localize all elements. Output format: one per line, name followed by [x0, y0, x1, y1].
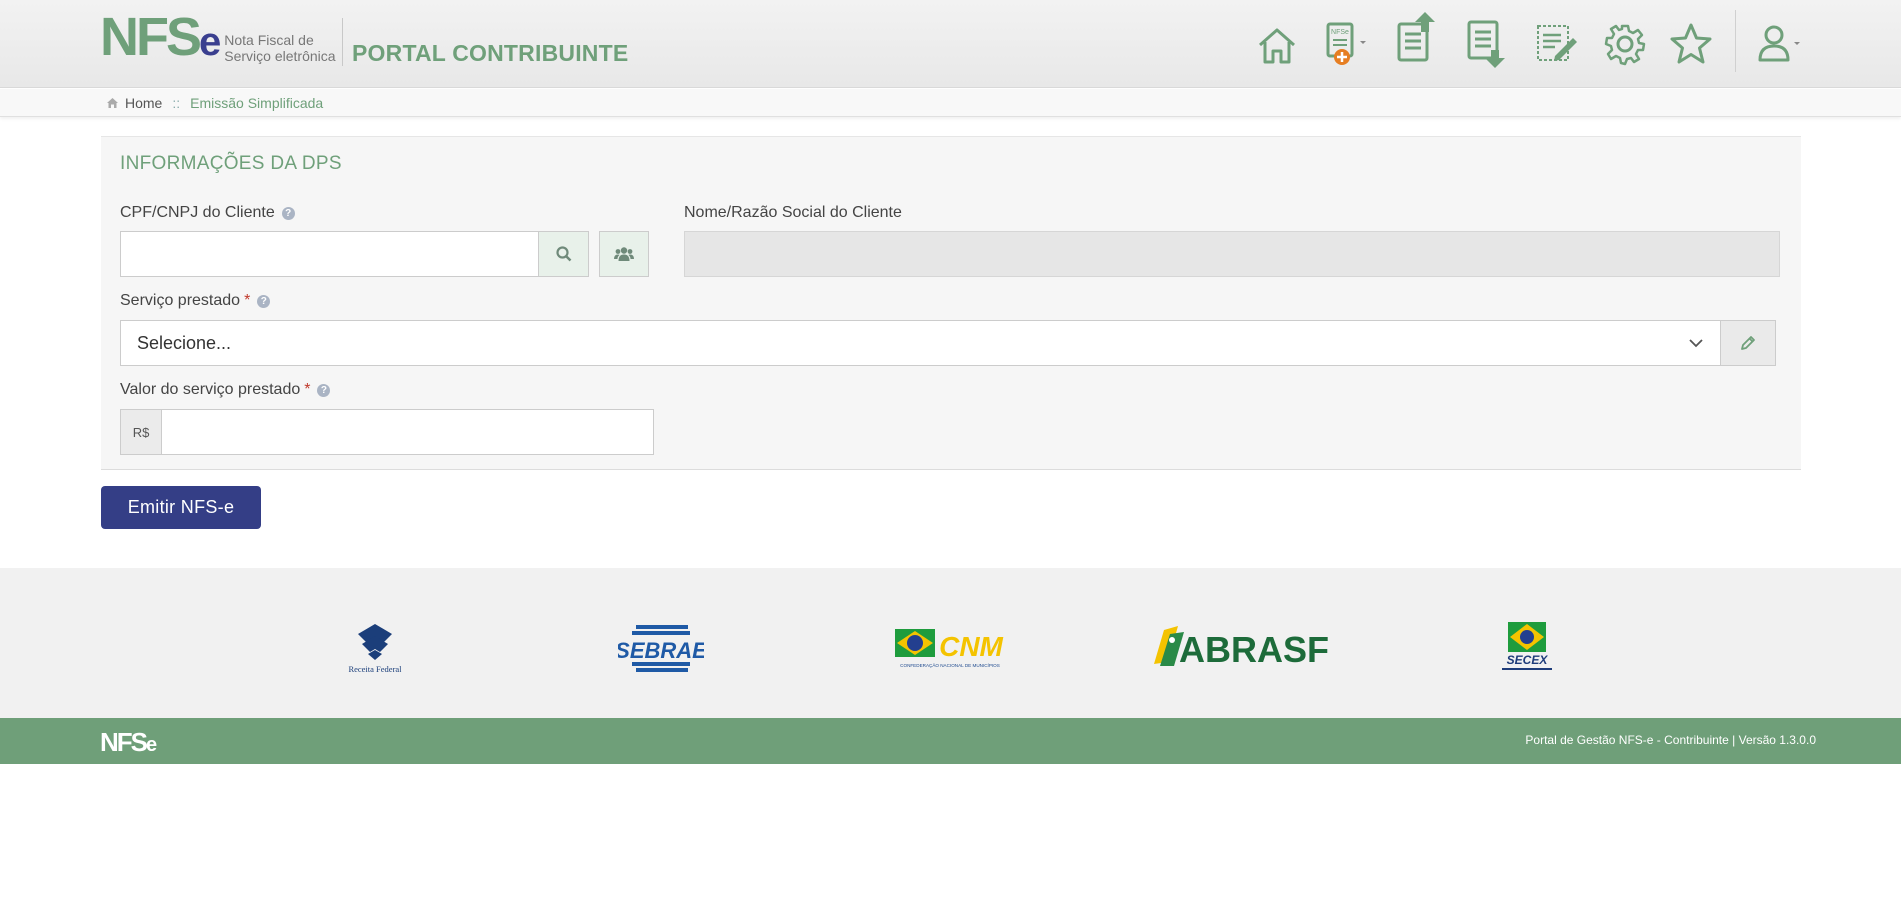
cpf-label: CPF/CNPJ do Cliente ? — [120, 204, 295, 222]
svg-text:CNM: CNM — [939, 631, 1003, 662]
help-icon[interactable]: ? — [257, 294, 271, 308]
breadcrumb-current: Emissão Simplificada — [190, 95, 324, 111]
svg-text:NFSe: NFSe — [1331, 29, 1349, 36]
pencil-icon — [1741, 336, 1755, 350]
download-document-icon[interactable] — [1462, 18, 1512, 74]
svg-text:SEBRAE: SEBRAE — [618, 638, 704, 663]
header-divider — [342, 18, 343, 66]
value-label: Valor do serviço prestado * ? — [120, 381, 331, 399]
nav-separator — [1735, 10, 1736, 72]
svg-text:CONFEDERAÇÃO NACIONAL DE MUNIC: CONFEDERAÇÃO NACIONAL DE MUNICÍPIOS — [900, 662, 1000, 668]
help-icon[interactable]: ? — [317, 383, 331, 397]
breadcrumb: Home :: Emissão Simplificada — [0, 89, 1901, 117]
logo-subtitle: Nota Fiscal de Serviço eletrônica — [224, 32, 336, 64]
svg-text:SECEX: SECEX — [1507, 653, 1549, 667]
search-icon — [555, 246, 571, 262]
edit-service-button[interactable] — [1720, 320, 1776, 366]
cnm-logo[interactable]: CNM CONFEDERAÇÃO NACIONAL DE MUNICÍPIOS — [893, 618, 1007, 678]
partners-strip: Receita Federal SEBRAE CNM CONFEDERAÇÃO … — [0, 568, 1901, 718]
breadcrumb-home[interactable]: Home — [125, 95, 162, 111]
user-icon[interactable] — [1752, 16, 1808, 72]
footer-logo: NFSe — [100, 727, 157, 757]
secex-logo[interactable]: SECEX — [1494, 618, 1560, 678]
users-icon — [614, 247, 634, 261]
abrasf-logo[interactable]: ABRASF — [1148, 618, 1330, 678]
emit-nfse-button[interactable]: Emitir NFS-e — [101, 486, 261, 529]
clients-button[interactable] — [599, 231, 649, 277]
client-name-field — [684, 231, 1780, 277]
portal-title: PORTAL CONTRIBUINTE — [352, 40, 629, 66]
upload-document-icon[interactable] — [1392, 10, 1442, 66]
receita-federal-logo[interactable]: Receita Federal — [340, 618, 410, 678]
help-icon[interactable]: ? — [281, 206, 295, 220]
service-select-value: Selecione... — [137, 332, 232, 353]
breadcrumb-separator: :: — [172, 95, 181, 111]
sebrae-logo[interactable]: SEBRAE — [618, 618, 704, 678]
currency-prefix: R$ — [120, 409, 162, 455]
home-icon[interactable] — [1252, 18, 1302, 74]
logo-mark: NFSe — [100, 7, 221, 67]
new-document-icon[interactable]: NFSe — [1322, 18, 1372, 74]
client-name-label: Nome/Razão Social do Cliente — [684, 204, 902, 221]
edit-document-icon[interactable] — [1532, 16, 1582, 72]
search-button[interactable] — [538, 231, 589, 277]
footer-version-text: Portal de Gestão NFS-e - Contribuinte | … — [1525, 733, 1816, 747]
service-label: Serviço prestado * ? — [120, 292, 271, 310]
nfse-logo[interactable]: NFSe Nota Fiscal de Serviço eletrônica — [100, 7, 336, 67]
footer: NFSe Portal de Gestão NFS-e - Contribuin… — [0, 718, 1901, 764]
svg-text:ABRASF: ABRASF — [1179, 629, 1329, 670]
panel-title: INFORMAÇÕES DA DPS — [120, 153, 342, 174]
breadcrumb-home-icon — [107, 98, 118, 108]
service-select[interactable]: Selecione... — [120, 320, 1721, 366]
service-value-input[interactable] — [161, 409, 654, 455]
top-header: NFSe Nota Fiscal de Serviço eletrônica P… — [0, 0, 1901, 88]
star-icon[interactable] — [1666, 16, 1716, 72]
chevron-down-icon — [1689, 339, 1703, 348]
cpf-input[interactable] — [120, 231, 539, 277]
gear-icon[interactable] — [1600, 16, 1650, 72]
svg-text:Receita Federal: Receita Federal — [348, 664, 402, 674]
